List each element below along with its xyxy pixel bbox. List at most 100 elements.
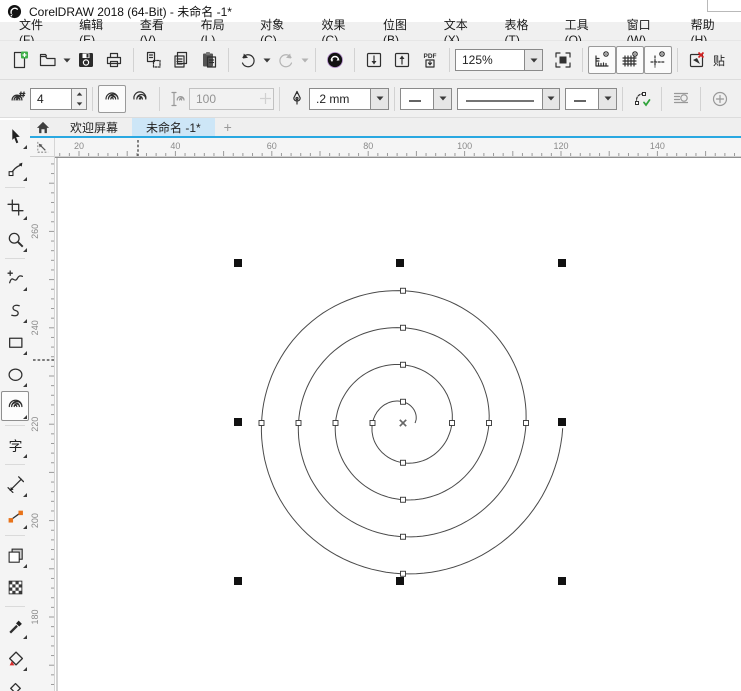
selection-handle[interactable] (234, 259, 242, 267)
selection-handle[interactable] (234, 577, 242, 585)
redo-button[interactable] (272, 46, 300, 74)
ruler-origin-button[interactable] (30, 138, 55, 157)
snap-to-label[interactable]: 贴 (713, 52, 725, 69)
transparency-tool[interactable] (1, 572, 29, 602)
show-rulers-toggle[interactable] (588, 46, 616, 74)
curve-node[interactable] (524, 421, 529, 426)
smart-fill-tool[interactable] (1, 675, 29, 691)
line-style-combo[interactable] (457, 88, 560, 110)
search-content-button[interactable] (321, 46, 349, 74)
connector-tool[interactable] (1, 501, 29, 531)
rectangle-tool[interactable] (1, 327, 29, 357)
flyout-indicator-icon[interactable] (23, 635, 27, 639)
curve-node[interactable] (487, 421, 492, 426)
selection-handle[interactable] (396, 577, 404, 585)
pick-tool[interactable] (1, 121, 29, 151)
close-curve-button[interactable] (628, 85, 656, 113)
curve-node[interactable] (401, 571, 406, 576)
flyout-indicator-icon[interactable] (23, 177, 27, 181)
drawing-canvas[interactable] (55, 157, 741, 691)
horizontal-ruler[interactable]: 20406080100120140 (55, 138, 741, 157)
redo-dropdown-caret[interactable] (300, 47, 310, 73)
spinner-down[interactable] (72, 99, 86, 109)
spiral-revolutions-input[interactable]: 4 (30, 88, 72, 110)
curve-node[interactable] (401, 460, 406, 465)
vertical-ruler[interactable]: 180200220240260 (30, 157, 55, 691)
curve-node[interactable] (259, 421, 264, 426)
spiral-expansion-handle[interactable] (257, 93, 273, 104)
spiral-object[interactable] (261, 291, 562, 574)
zoom-levels-caret[interactable] (524, 50, 542, 70)
selection-handle[interactable] (558, 418, 566, 426)
ellipse-tool[interactable] (1, 359, 29, 389)
zoom-levels-combo[interactable]: 125% (455, 49, 543, 71)
eyedropper-tool[interactable] (1, 611, 29, 641)
publish-pdf-button[interactable]: PDF (416, 46, 444, 74)
start-arrowhead-combo[interactable] (400, 88, 452, 110)
freehand-tool[interactable] (1, 263, 29, 293)
curve-node[interactable] (401, 362, 406, 367)
outline-width-combo[interactable]: .2 mm (309, 88, 389, 110)
curve-node[interactable] (296, 421, 301, 426)
cut-button[interactable] (139, 46, 167, 74)
undo-dropdown-caret[interactable] (262, 47, 272, 73)
spiral-revolutions-spinner[interactable] (72, 88, 87, 110)
selection-handle[interactable] (558, 259, 566, 267)
show-grid-toggle[interactable] (616, 46, 644, 74)
show-guidelines-toggle[interactable] (644, 46, 672, 74)
symmetric-spiral-button[interactable] (98, 85, 126, 113)
line-style-caret[interactable] (542, 89, 559, 109)
shape-tool[interactable] (1, 153, 29, 183)
curve-node[interactable] (401, 497, 406, 502)
selection-handle[interactable] (396, 259, 404, 267)
print-button[interactable] (100, 46, 128, 74)
copy-button[interactable] (167, 46, 195, 74)
spiral-expansion-slider[interactable]: 100 (189, 88, 274, 110)
logarithmic-spiral-button[interactable] (126, 85, 154, 113)
curve-node[interactable] (370, 421, 375, 426)
curve-node[interactable] (401, 534, 406, 539)
flyout-indicator-icon[interactable] (23, 383, 27, 387)
object-center-marker[interactable] (400, 420, 406, 426)
curve-node[interactable] (401, 325, 406, 330)
tab-untitled-document[interactable]: 未命名 -1* (132, 118, 215, 136)
export-button[interactable] (388, 46, 416, 74)
interactive-fill-tool[interactable] (1, 643, 29, 673)
selection-handle[interactable] (234, 418, 242, 426)
selection-handle[interactable] (558, 577, 566, 585)
flyout-indicator-icon[interactable] (23, 216, 27, 220)
spinner-up[interactable] (72, 89, 86, 99)
import-button[interactable] (360, 46, 388, 74)
text-wrap-button[interactable] (667, 85, 695, 113)
paste-button[interactable] (195, 46, 223, 74)
flyout-indicator-icon[interactable] (23, 145, 27, 149)
outline-width-caret[interactable] (370, 89, 388, 109)
flyout-indicator-icon[interactable] (23, 667, 27, 671)
curve-node[interactable] (401, 399, 406, 404)
curve-node[interactable] (333, 421, 338, 426)
crop-tool[interactable] (1, 192, 29, 222)
end-arrowhead-combo[interactable] (565, 88, 617, 110)
flyout-indicator-icon[interactable] (23, 525, 27, 529)
spiral-tool[interactable] (1, 391, 29, 421)
start-arrowhead-caret[interactable] (433, 89, 451, 109)
open-document-button[interactable] (34, 46, 62, 74)
drop-shadow-tool[interactable] (1, 540, 29, 570)
add-preset-button[interactable] (706, 85, 734, 113)
flyout-indicator-icon[interactable] (23, 493, 27, 497)
save-button[interactable] (72, 46, 100, 74)
new-tab-button[interactable]: + (215, 118, 241, 136)
end-arrowhead-caret[interactable] (598, 89, 616, 109)
smart-drawing-tool[interactable] (1, 295, 29, 325)
flyout-indicator-icon[interactable] (23, 351, 27, 355)
dimension-tool[interactable] (1, 469, 29, 499)
flyout-indicator-icon[interactable] (23, 287, 27, 291)
flyout-indicator-icon[interactable] (23, 415, 27, 419)
zoom-tool[interactable] (1, 224, 29, 254)
undo-button[interactable] (234, 46, 262, 74)
curve-node[interactable] (450, 421, 455, 426)
flyout-indicator-icon[interactable] (23, 564, 27, 568)
flyout-indicator-icon[interactable] (23, 454, 27, 458)
snap-off-button[interactable] (683, 46, 711, 74)
curve-node[interactable] (401, 288, 406, 293)
